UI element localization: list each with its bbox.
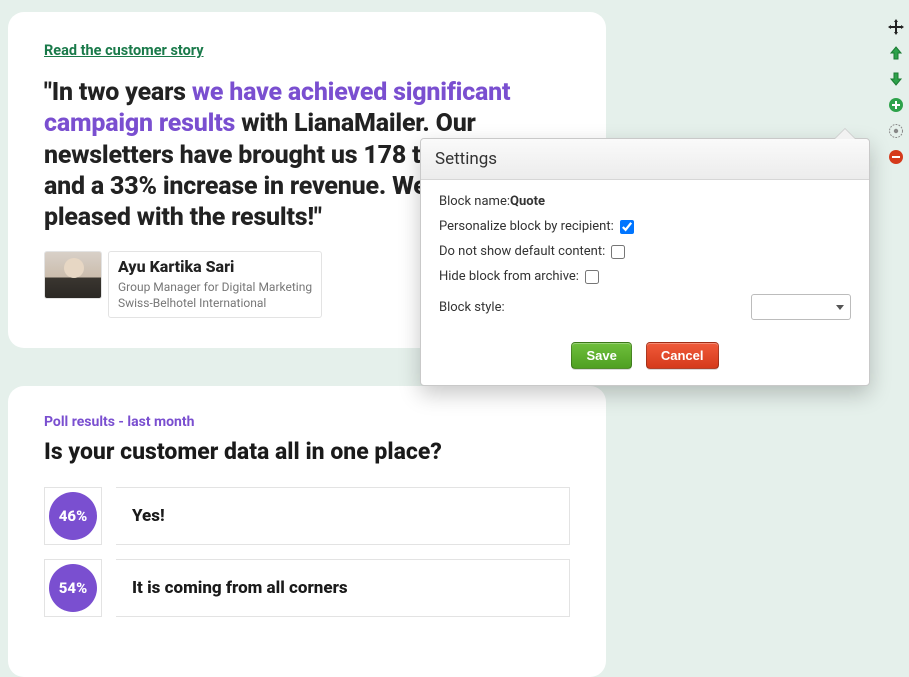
poll-pct-box: 46% <box>44 487 102 545</box>
poll-label: Poll results - last month <box>44 414 570 430</box>
dialog-arrow <box>835 129 855 139</box>
style-label: Block style: <box>439 300 505 315</box>
author-name: Ayu Kartika Sari <box>118 256 312 278</box>
author-meta: Ayu Kartika Sari Group Manager for Digit… <box>108 251 322 318</box>
hide-field: Hide block from archive: <box>439 269 851 284</box>
settings-dialog: Settings Block name: Quote Personalize b… <box>420 138 870 386</box>
poll-answer: Yes! <box>116 487 570 545</box>
poll-title: Is your customer data all in one place? <box>44 438 570 465</box>
arrow-down-icon[interactable] <box>887 70 905 88</box>
move-icon[interactable] <box>887 18 905 36</box>
dialog-footer: Save Cancel <box>421 334 869 385</box>
author-title: Group Manager for Digital Marketing <box>118 279 312 295</box>
remove-icon[interactable] <box>887 148 905 166</box>
poll-row: 46% Yes! <box>44 487 570 545</box>
poll-card: Poll results - last month Is your custom… <box>8 386 606 677</box>
nodefault-label: Do not show default content: <box>439 244 605 259</box>
dialog-title: Settings <box>421 139 869 180</box>
poll-pct-box: 54% <box>44 559 102 617</box>
block-tools <box>887 18 905 166</box>
poll-row: 54% It is coming from all corners <box>44 559 570 617</box>
avatar <box>44 251 102 299</box>
style-select[interactable] <box>751 294 851 320</box>
block-name-value: Quote <box>510 194 545 209</box>
nodefault-checkbox[interactable] <box>611 245 625 259</box>
hide-label: Hide block from archive: <box>439 269 579 284</box>
quote-prefix: "In two years <box>44 78 192 107</box>
poll-pct: 54% <box>49 564 97 612</box>
save-button[interactable]: Save <box>571 342 631 369</box>
add-icon[interactable] <box>887 96 905 114</box>
nodefault-field: Do not show default content: <box>439 244 851 259</box>
read-story-link[interactable]: Read the customer story <box>44 42 204 59</box>
block-name-label: Block name: <box>439 194 510 209</box>
gear-icon[interactable] <box>887 122 905 140</box>
author-org: Swiss-Belhotel International <box>118 295 312 311</box>
block-name-field: Block name: Quote <box>439 194 851 209</box>
poll-pct: 46% <box>49 492 97 540</box>
personalize-label: Personalize block by recipient: <box>439 219 614 234</box>
personalize-field: Personalize block by recipient: <box>439 219 851 234</box>
poll-answer: It is coming from all corners <box>116 559 570 617</box>
arrow-up-icon[interactable] <box>887 44 905 62</box>
hide-checkbox[interactable] <box>585 270 599 284</box>
style-field: Block style: <box>439 294 851 320</box>
personalize-checkbox[interactable] <box>620 220 634 234</box>
cancel-button[interactable]: Cancel <box>646 342 719 369</box>
dialog-body: Block name: Quote Personalize block by r… <box>421 180 869 334</box>
